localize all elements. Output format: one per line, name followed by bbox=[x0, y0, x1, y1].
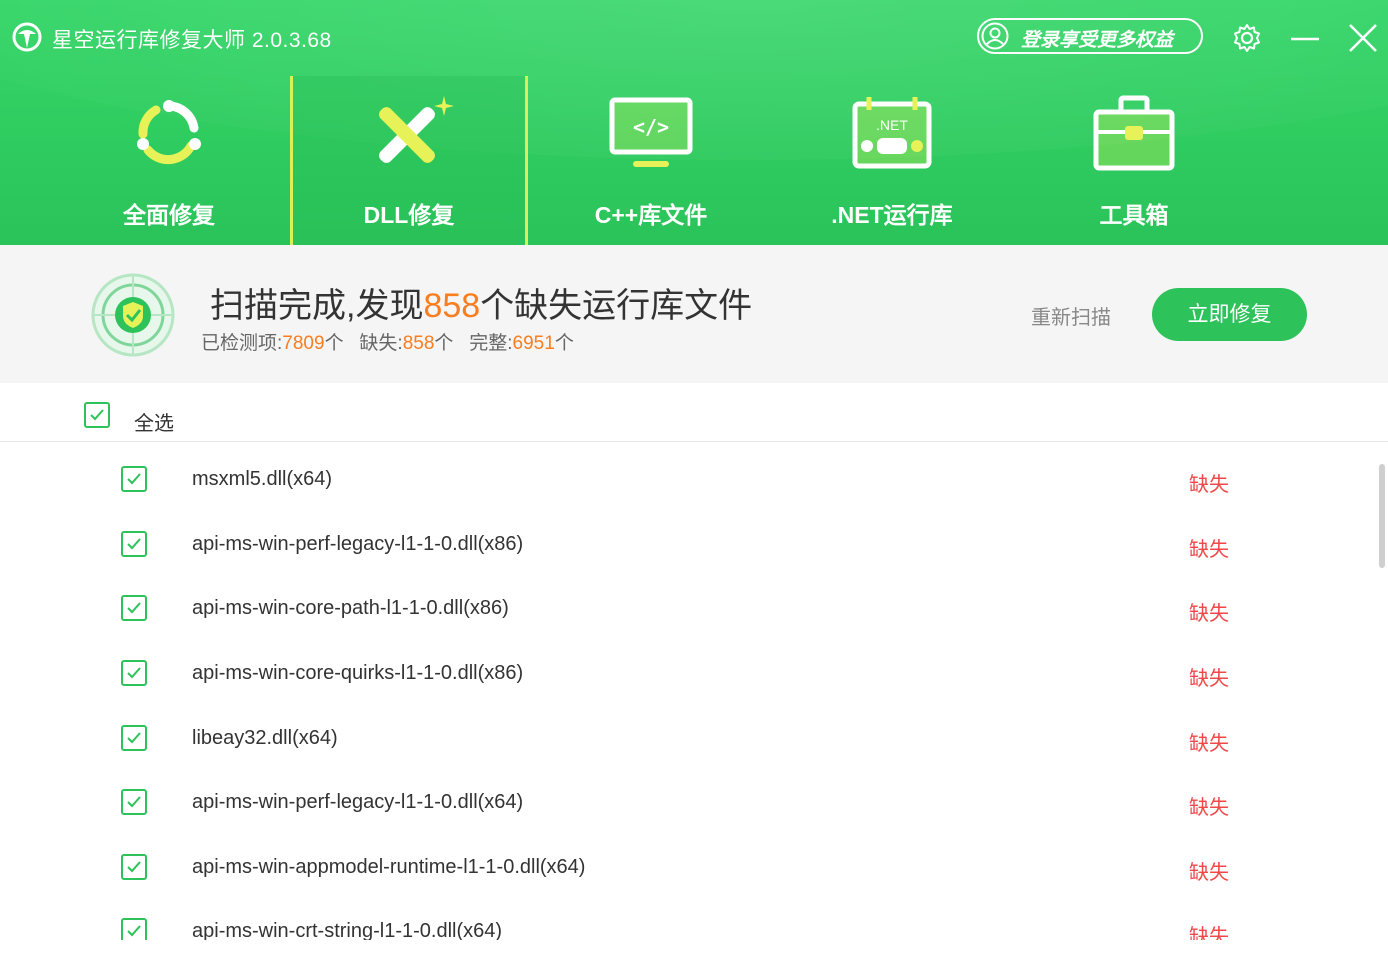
gear-icon[interactable] bbox=[1231, 22, 1263, 54]
tab-label: 全面修复 bbox=[123, 202, 215, 228]
repair-now-button[interactable]: 立即修复 bbox=[1152, 288, 1307, 341]
row-checkbox[interactable] bbox=[121, 725, 147, 751]
app-logo-icon bbox=[12, 22, 42, 52]
rescan-button[interactable]: 重新扫描 bbox=[1031, 301, 1111, 330]
code-monitor-icon: </> bbox=[609, 97, 693, 167]
svg-text:.NET: .NET bbox=[876, 117, 908, 133]
complete-value: 6951 bbox=[512, 333, 555, 354]
close-icon[interactable] bbox=[1347, 22, 1379, 54]
status-badge: 缺失 bbox=[1189, 603, 1229, 625]
file-name: api-ms-win-perf-legacy-l1-1-0.dll(x64) bbox=[192, 791, 524, 813]
file-name: api-ms-win-appmodel-runtime-l1-1-0.dll(x… bbox=[192, 856, 586, 878]
checkmark-icon bbox=[127, 925, 141, 937]
tab-dotnet-runtime[interactable]: .NET .NET运行库 bbox=[773, 76, 1011, 245]
status-badge: 缺失 bbox=[1189, 926, 1229, 940]
user-avatar-icon bbox=[981, 22, 1009, 50]
status-badge: 缺失 bbox=[1189, 797, 1229, 819]
status-badge: 缺失 bbox=[1189, 862, 1229, 884]
dotnet-calendar-icon: .NET bbox=[852, 97, 932, 169]
main-tabs: 全面修复 DLL修复 </> C++库文件 .NET .NET运行库 工具箱 bbox=[0, 76, 1388, 245]
minimize-icon[interactable] bbox=[1289, 22, 1321, 54]
toolbox-icon bbox=[1093, 95, 1175, 171]
missing-count-highlight: 858 bbox=[423, 287, 481, 325]
list-item[interactable]: api-ms-win-perf-legacy-l1-1-0.dll(x64) 缺… bbox=[0, 765, 1370, 829]
checkmark-icon bbox=[127, 538, 141, 550]
missing-label: 缺失: bbox=[359, 333, 403, 354]
list-item[interactable]: api-ms-win-crt-string-l1-1-0.dll(x64) 缺失 bbox=[0, 894, 1370, 940]
refresh-cycle-icon bbox=[137, 100, 201, 165]
row-checkbox[interactable] bbox=[121, 595, 147, 621]
select-all-row: 全选 bbox=[0, 383, 1388, 442]
row-checkbox[interactable] bbox=[121, 854, 147, 880]
headline-suffix: 个缺失运行库文件 bbox=[480, 287, 753, 325]
login-button[interactable]: 登录享受更多权益 bbox=[977, 18, 1203, 54]
unit: 个 bbox=[434, 333, 454, 354]
row-checkbox[interactable] bbox=[121, 466, 147, 492]
svg-text:</>: </> bbox=[633, 115, 669, 139]
file-name: api-ms-win-core-quirks-l1-1-0.dll(x86) bbox=[192, 662, 524, 684]
select-all-checkbox[interactable] bbox=[84, 402, 110, 428]
scan-summary: 扫描完成,发现858个缺失运行库文件 已检测项:7809个 缺失:858个 完整… bbox=[0, 245, 1388, 383]
select-all-label: 全选 bbox=[134, 413, 174, 435]
tab-full-repair[interactable]: 全面修复 bbox=[50, 76, 288, 245]
checkmark-icon bbox=[90, 409, 104, 421]
list-item[interactable]: api-ms-win-appmodel-runtime-l1-1-0.dll(x… bbox=[0, 830, 1370, 894]
row-checkbox[interactable] bbox=[121, 918, 147, 940]
tab-cpp-library[interactable]: </> C++库文件 bbox=[532, 76, 770, 245]
row-checkbox[interactable] bbox=[121, 789, 147, 815]
login-label: 登录享受更多权益 bbox=[1021, 30, 1174, 51]
status-badge: 缺失 bbox=[1189, 733, 1229, 755]
list-item[interactable]: api-ms-win-perf-legacy-l1-1-0.dll(x86) 缺… bbox=[0, 507, 1370, 571]
missing-value: 858 bbox=[402, 333, 435, 354]
file-name: api-ms-win-core-path-l1-1-0.dll(x86) bbox=[192, 597, 509, 619]
unit: 个 bbox=[324, 333, 344, 354]
checkmark-icon bbox=[127, 861, 141, 873]
checkmark-icon bbox=[127, 473, 141, 485]
status-badge: 缺失 bbox=[1189, 668, 1229, 690]
unit: 个 bbox=[554, 333, 574, 354]
dll-repair-icon bbox=[379, 96, 454, 163]
complete-label: 完整: bbox=[469, 333, 513, 354]
list-item[interactable]: api-ms-win-core-quirks-l1-1-0.dll(x86) 缺… bbox=[0, 636, 1370, 700]
row-checkbox[interactable] bbox=[121, 660, 147, 686]
title-bar: 星空运行库修复大师 2.0.3.68 登录享受更多权益 bbox=[0, 0, 1388, 76]
checkmark-icon bbox=[127, 602, 141, 614]
file-name: api-ms-win-crt-string-l1-1-0.dll(x64) bbox=[192, 920, 503, 940]
file-name: libeay32.dll(x64) bbox=[192, 727, 338, 749]
missing-file-list: msxml5.dll(x64) 缺失 api-ms-win-perf-legac… bbox=[0, 442, 1388, 940]
tab-toolbox[interactable]: 工具箱 bbox=[1015, 76, 1253, 245]
file-name: msxml5.dll(x64) bbox=[192, 468, 333, 490]
checked-label: 已检测项: bbox=[201, 333, 283, 354]
checkmark-icon bbox=[127, 732, 141, 744]
checkmark-icon bbox=[127, 667, 141, 679]
status-badge: 缺失 bbox=[1189, 539, 1229, 561]
list-item[interactable]: msxml5.dll(x64) 缺失 bbox=[0, 442, 1370, 506]
row-checkbox[interactable] bbox=[121, 531, 147, 557]
list-item[interactable]: api-ms-win-core-path-l1-1-0.dll(x86) 缺失 bbox=[0, 571, 1370, 635]
checked-value: 7809 bbox=[282, 333, 325, 354]
list-scrollbar[interactable] bbox=[1379, 464, 1385, 568]
file-name: api-ms-win-perf-legacy-l1-1-0.dll(x86) bbox=[192, 533, 524, 555]
scan-headline: 扫描完成,发现858个缺失运行库文件 bbox=[210, 278, 752, 327]
app-header: 星空运行库修复大师 2.0.3.68 登录享受更多权益 全面修复 DLL修复 <… bbox=[0, 0, 1388, 245]
headline-prefix: 扫描完成,发现 bbox=[210, 287, 424, 325]
app-title: 星空运行库修复大师 2.0.3.68 bbox=[52, 29, 332, 52]
tab-label: 工具箱 bbox=[1099, 202, 1169, 228]
tab-dll-repair[interactable]: DLL修复 bbox=[290, 76, 528, 245]
scan-stats: 已检测项:7809个 缺失:858个 完整:6951个 bbox=[201, 328, 574, 355]
status-badge: 缺失 bbox=[1189, 474, 1229, 496]
shield-radar-icon bbox=[91, 273, 175, 357]
tab-label: C++库文件 bbox=[594, 202, 708, 228]
tab-label: DLL修复 bbox=[363, 202, 455, 228]
checkmark-icon bbox=[127, 796, 141, 808]
tab-label: .NET运行库 bbox=[831, 202, 953, 228]
list-item[interactable]: libeay32.dll(x64) 缺失 bbox=[0, 701, 1370, 765]
